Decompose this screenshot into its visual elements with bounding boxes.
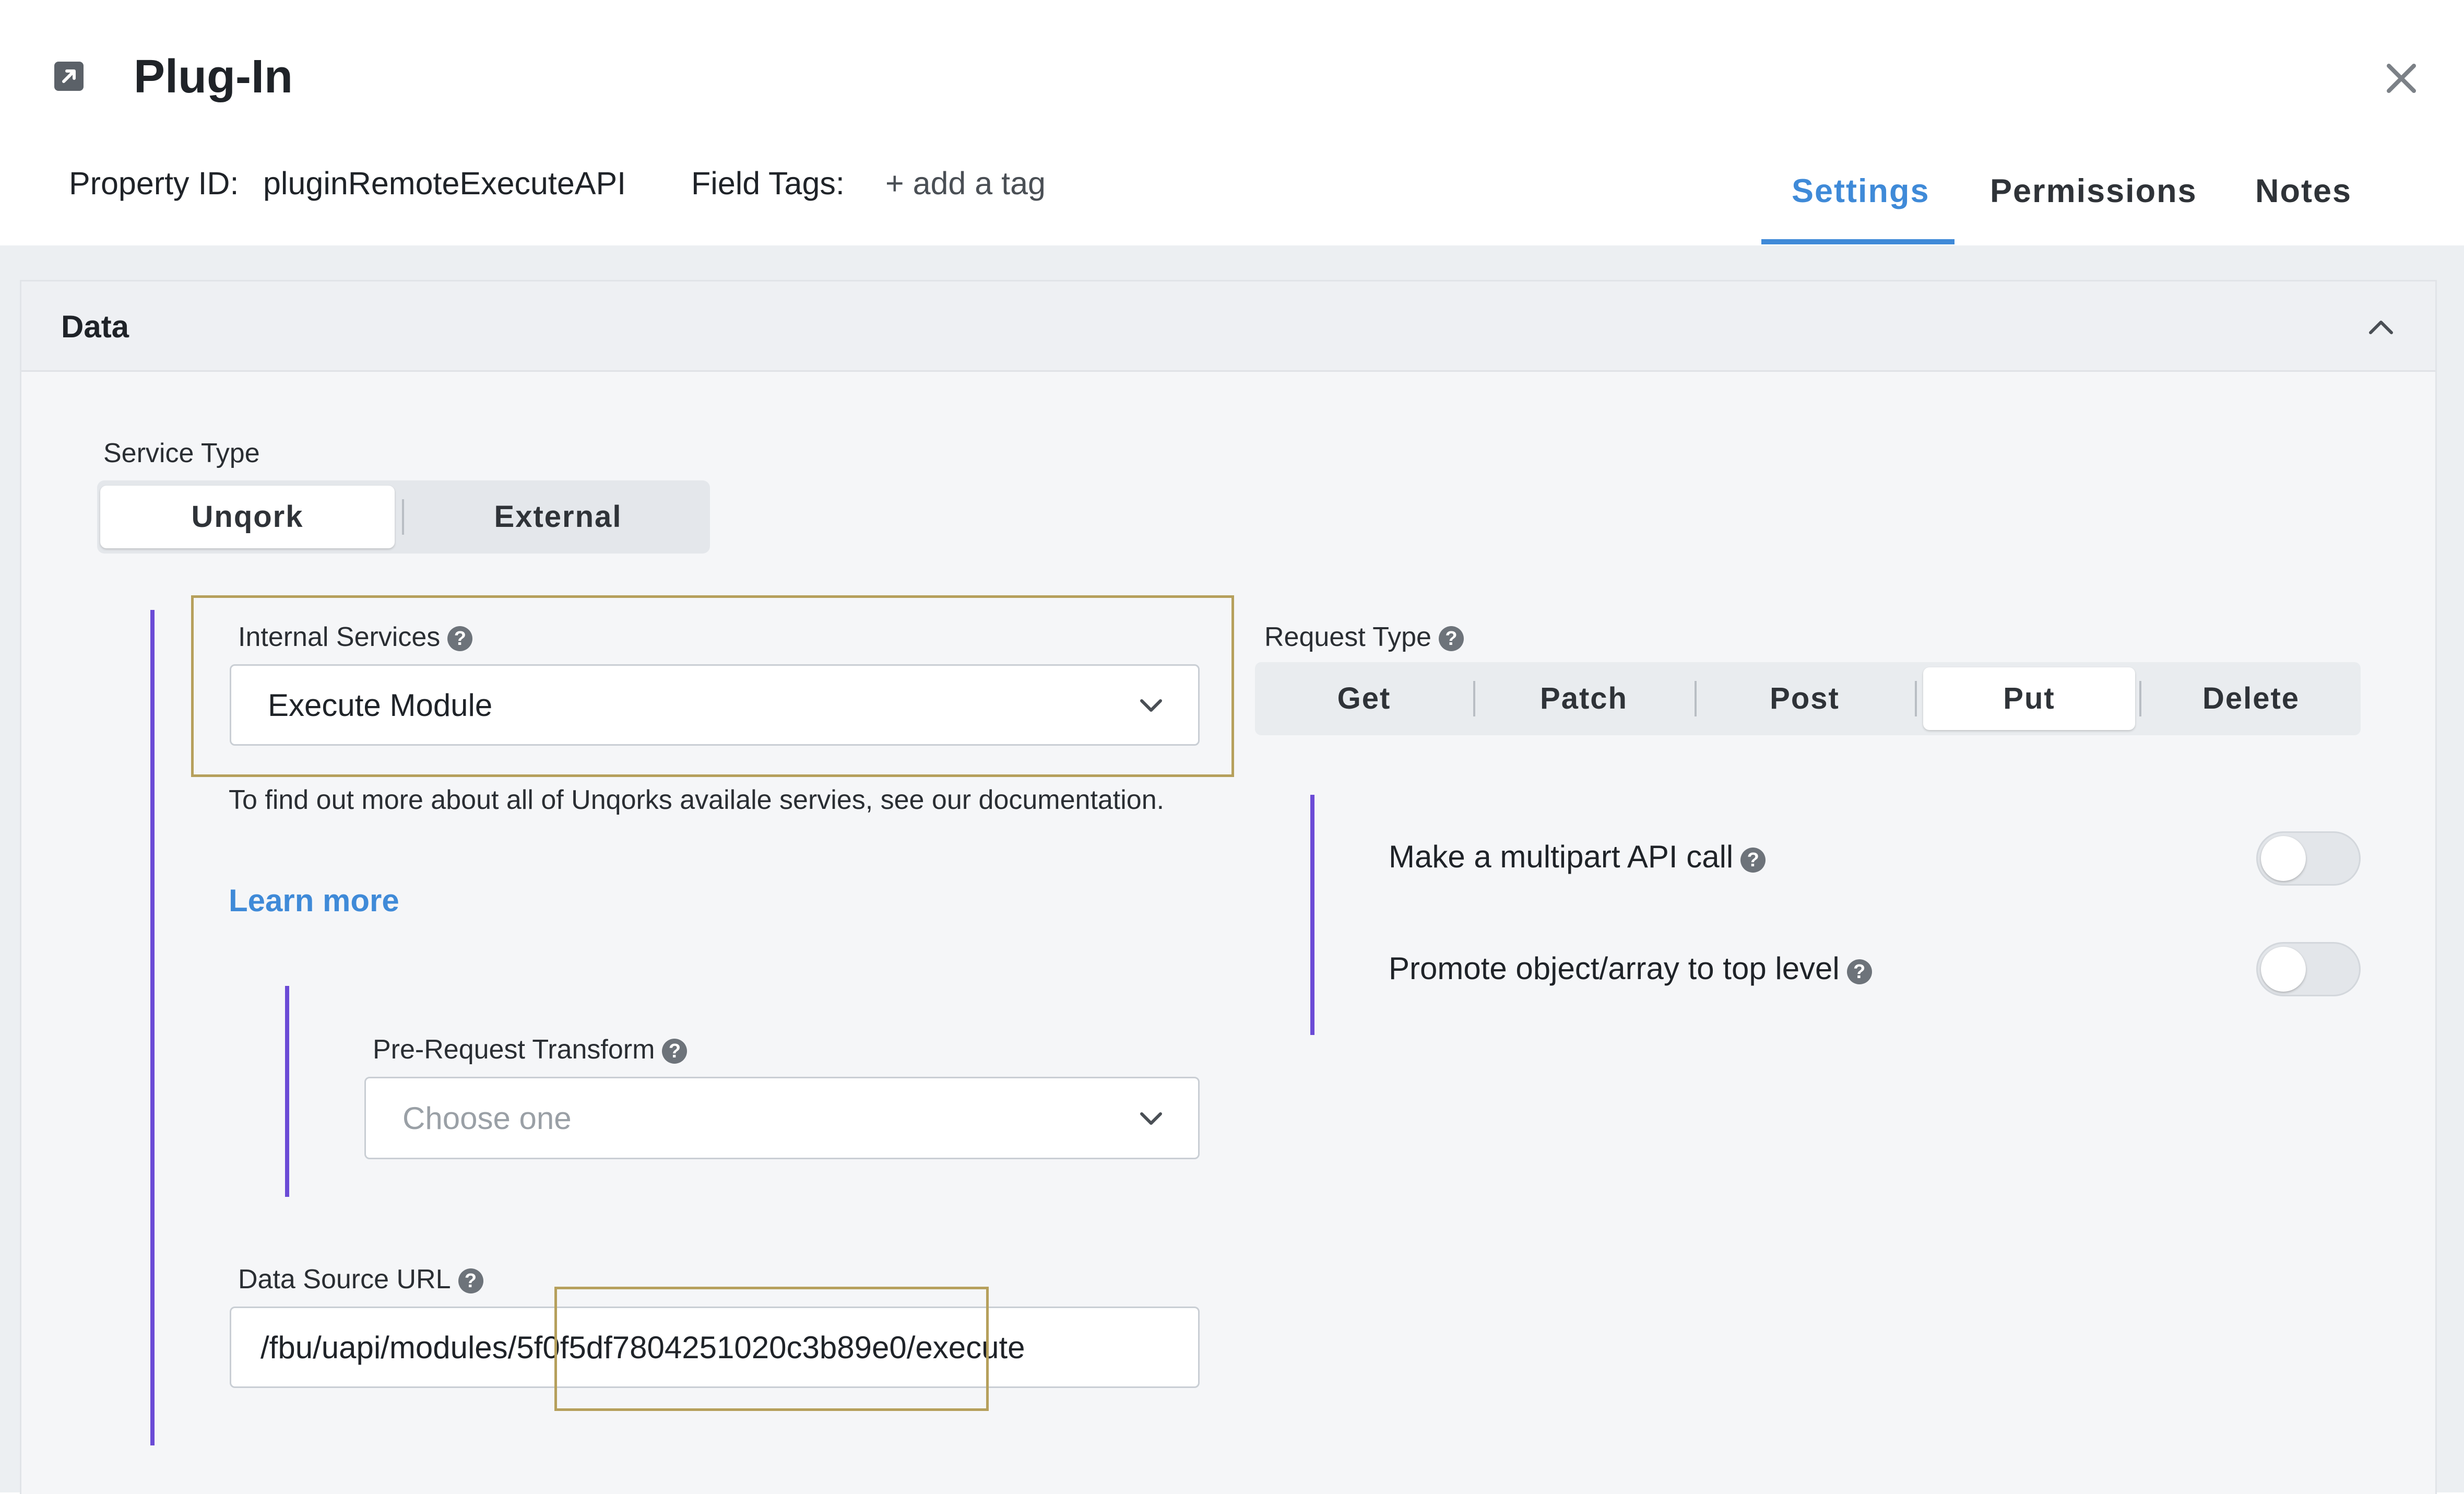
module-id-highlight — [554, 1287, 989, 1411]
pre-request-transform-select[interactable]: Choose one — [364, 1077, 1200, 1159]
multipart-toggle[interactable] — [2256, 831, 2361, 886]
request-type-label-text: Request Type — [1264, 622, 1431, 652]
service-type-label: Service Type — [103, 438, 260, 468]
multipart-label: Make a multipart API call? — [1389, 839, 1766, 875]
internal-services-label-text: Internal Services — [238, 622, 441, 652]
external-link-icon — [54, 62, 84, 91]
request-type-patch[interactable]: Patch — [1477, 667, 1690, 730]
nested-indent-rule — [285, 986, 289, 1197]
service-type-unqork[interactable]: Unqork — [100, 486, 395, 548]
conditional-indent-rule — [150, 610, 155, 1445]
request-type-get[interactable]: Get — [1258, 667, 1470, 730]
data-source-url-label: Data Source URL? — [238, 1264, 483, 1295]
segment-divider — [1695, 681, 1697, 716]
service-type-toggle: Unqork External — [97, 480, 710, 554]
pre-request-transform-placeholder: Choose one — [402, 1100, 572, 1136]
modal-title: Plug-In — [134, 51, 293, 103]
segment-divider — [1473, 681, 1475, 716]
field-tags-label: Field Tags: — [691, 166, 845, 201]
segment-divider — [2139, 681, 2141, 716]
close-icon[interactable] — [2380, 57, 2422, 99]
request-type-label: Request Type? — [1264, 621, 1464, 653]
service-type-external[interactable]: External — [409, 486, 707, 548]
chevron-down-icon — [1140, 1112, 1162, 1125]
pre-request-transform-label: Pre-Request Transform? — [373, 1034, 688, 1065]
request-type-put[interactable]: Put — [1923, 667, 2135, 730]
multipart-label-text: Make a multipart API call — [1389, 839, 1734, 874]
data-source-url-label-text: Data Source URL — [238, 1264, 451, 1295]
promote-label: Promote object/array to top level? — [1389, 950, 1872, 986]
chevron-down-icon — [1140, 699, 1162, 712]
help-icon[interactable]: ? — [662, 1039, 688, 1064]
promote-label-text: Promote object/array to top level — [1389, 951, 1840, 986]
help-icon[interactable]: ? — [1438, 626, 1464, 651]
segment-divider — [1915, 681, 1917, 716]
learn-more-link[interactable]: Learn more — [229, 883, 399, 919]
property-id-label: Property ID: — [69, 166, 239, 201]
property-id-value: pluginRemoteExecuteAPI — [263, 166, 626, 201]
add-tag-link[interactable]: + add a tag — [885, 165, 1046, 202]
tab-settings[interactable]: Settings — [1792, 172, 1930, 210]
chevron-up-icon[interactable] — [2365, 312, 2397, 343]
data-panel-header[interactable]: Data — [21, 281, 2435, 372]
promote-toggle[interactable] — [2256, 942, 2361, 996]
internal-services-select[interactable]: Execute Module — [230, 664, 1200, 746]
tab-notes[interactable]: Notes — [2255, 172, 2352, 210]
help-icon[interactable]: ? — [1740, 848, 1766, 873]
help-icon[interactable]: ? — [447, 626, 473, 651]
options-indent-rule — [1310, 795, 1314, 1035]
request-type-toggle: Get Patch Post Put Delete — [1255, 662, 2361, 735]
toggle-knob — [2261, 836, 2306, 881]
data-panel-title: Data — [61, 309, 129, 344]
internal-services-value: Execute Module — [268, 687, 493, 723]
help-icon[interactable]: ? — [458, 1268, 483, 1293]
toggle-knob — [2261, 947, 2306, 992]
tab-permissions[interactable]: Permissions — [1990, 172, 2197, 210]
request-type-delete[interactable]: Delete — [2145, 667, 2358, 730]
request-type-post[interactable]: Post — [1699, 667, 1911, 730]
internal-services-description: To find out more about all of Unqorks av… — [229, 785, 1165, 815]
segment-divider — [402, 499, 404, 535]
pre-request-transform-label-text: Pre-Request Transform — [373, 1034, 655, 1065]
plugin-modal: Plug-In Property ID: pluginRemoteExecute… — [0, 0, 2464, 1494]
active-tab-indicator — [1761, 239, 1954, 244]
internal-services-label: Internal Services? — [238, 621, 473, 653]
help-icon[interactable]: ? — [1846, 959, 1872, 984]
